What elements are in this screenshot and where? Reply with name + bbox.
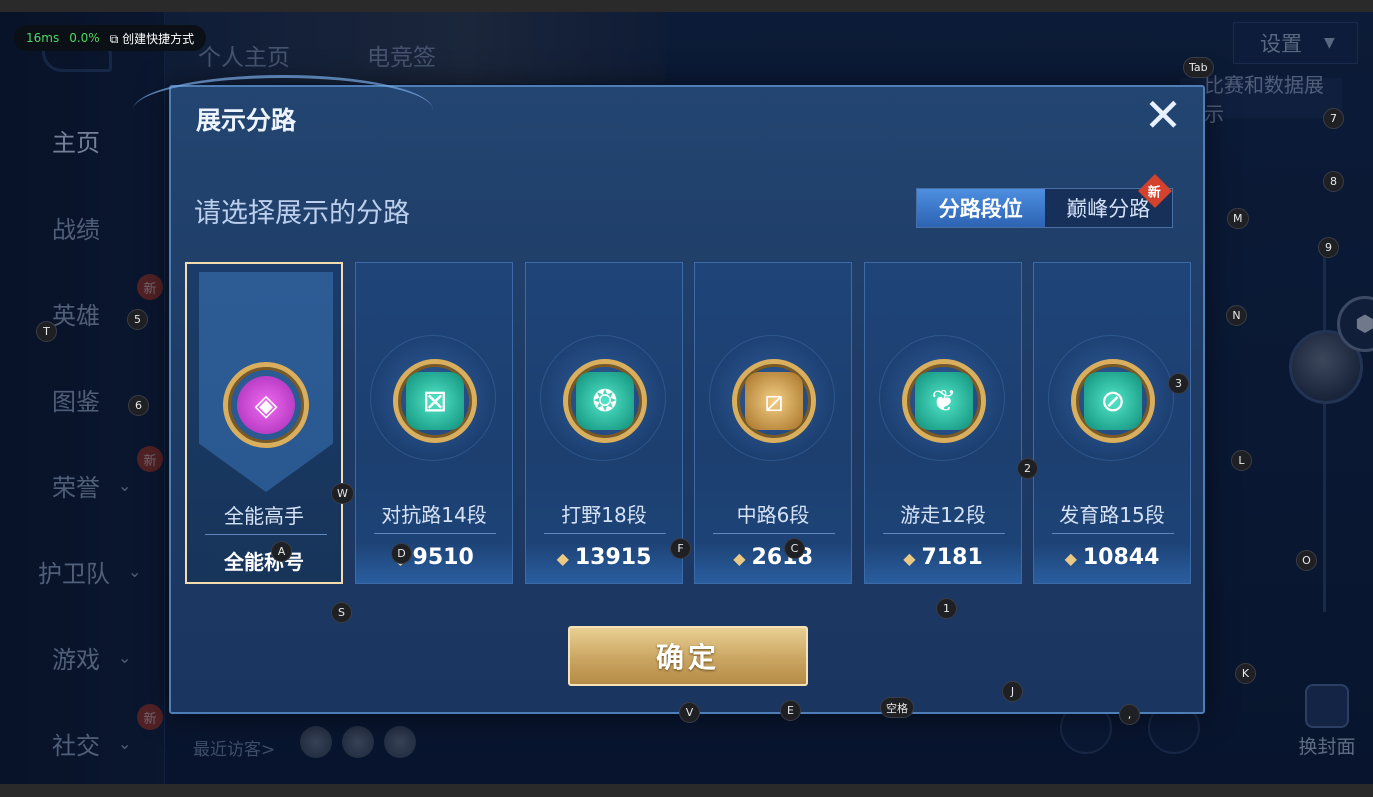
- key-hint-label: 空格: [880, 697, 914, 718]
- create-shortcut-button[interactable]: ⧉ 创建快捷方式: [110, 30, 194, 47]
- lane-score: ◆9510: [356, 545, 512, 570]
- divider: [883, 533, 1005, 534]
- lane-mode-toggle: 分路段位 巅峰分路: [916, 188, 1173, 228]
- lane-score: ◆ 10844: [1034, 545, 1190, 570]
- key-hint-label: 3: [1168, 373, 1189, 394]
- key-hint-label: ,: [1119, 704, 1140, 725]
- lane-name: 对抗路14段: [381, 503, 487, 527]
- key-hint-label: E: [780, 700, 801, 721]
- lane-emblem-icon: ⊠: [393, 359, 477, 443]
- emblem-core: ❂: [576, 372, 634, 430]
- dialog-subtitle: 请选择展示的分路: [194, 198, 410, 229]
- divider: [374, 533, 496, 534]
- lane-emblem-icon: ⧄: [732, 359, 816, 443]
- key-hint-label: 9: [1318, 237, 1339, 258]
- divider: [544, 533, 666, 534]
- lane-card[interactable]: ⊘ 发育路15段 ◆ 10844: [1033, 262, 1191, 584]
- emblem-core: ◈: [237, 376, 295, 434]
- key-hint-label: T: [36, 321, 57, 342]
- lane-score-value: 7181: [921, 545, 983, 570]
- key-hint-label: N: [1226, 305, 1247, 326]
- key-hint-label: 2: [1017, 458, 1038, 479]
- emblem-core: ⊠: [406, 372, 464, 430]
- lane-card[interactable]: ❂ 打野18段 ◆ 13915: [525, 262, 683, 584]
- score-icon: ◆: [556, 549, 569, 568]
- create-shortcut-label: 创建快捷方式: [122, 31, 195, 46]
- performance-badge: 16ms 0.0% ⧉ 创建快捷方式: [14, 25, 207, 51]
- divider: [1052, 533, 1174, 534]
- lane-card[interactable]: ⊠ 对抗路14段 ◆9510: [355, 262, 513, 584]
- key-hint-label: K: [1235, 663, 1256, 684]
- divider: [713, 533, 835, 534]
- tab-lane-rank[interactable]: 分路段位: [917, 189, 1045, 227]
- emblem-core: ❦: [915, 372, 973, 430]
- key-hint-label: 6: [128, 395, 149, 416]
- key-hint-label: 5: [127, 309, 148, 330]
- emblem-core: ⧄: [745, 372, 803, 430]
- new-badge-label: 新: [1148, 185, 1162, 201]
- key-hint-label: F: [670, 538, 691, 559]
- key-hint-label: 7: [1323, 108, 1344, 129]
- lane-score: ◆ 13915: [526, 545, 682, 570]
- lane-score-value: 10844: [1082, 545, 1160, 570]
- dialog-title: 展示分路: [196, 106, 297, 135]
- key-hint-label: O: [1296, 550, 1317, 571]
- lane-name: 打野18段: [561, 503, 647, 527]
- key-hint-label: M: [1227, 208, 1249, 229]
- key-hint-label: 1: [936, 598, 957, 619]
- lane-score: ◆ 7181: [865, 545, 1021, 570]
- divider: [205, 534, 327, 535]
- confirm-button[interactable]: 确定: [568, 626, 808, 686]
- key-hint-label: W: [331, 483, 354, 504]
- key-hint-label: C: [784, 538, 805, 559]
- latency-value: 16ms: [26, 31, 60, 45]
- lane-score-value: 13915: [574, 545, 652, 570]
- lane-score-value: 全能称号: [224, 550, 304, 574]
- key-hint-label: 8: [1323, 171, 1344, 192]
- key-hint-label: V: [679, 702, 700, 723]
- lane-score: 全能称号: [187, 546, 341, 575]
- close-icon[interactable]: ✕: [1141, 92, 1185, 138]
- emblem-core: ⊘: [1084, 372, 1142, 430]
- score-icon: ◆: [733, 549, 746, 568]
- lane-card[interactable]: ❦ 游走12段 ◆ 7181: [864, 262, 1022, 584]
- lane-emblem-icon: ❂: [563, 359, 647, 443]
- lane-emblem-icon: ◈: [223, 362, 309, 448]
- lane-name: 全能高手: [224, 504, 304, 528]
- lane-emblem-icon: ❦: [902, 359, 986, 443]
- key-hint-label: Tab: [1183, 57, 1214, 78]
- lane-name: 发育路15段: [1059, 503, 1165, 527]
- packet-loss-value: 0.0%: [69, 31, 100, 45]
- lane-name: 游走12段: [900, 503, 986, 527]
- key-hint-label: L: [1231, 450, 1252, 471]
- lane-emblem-icon: ⊘: [1071, 359, 1155, 443]
- key-hint-label: J: [1002, 681, 1023, 702]
- lane-card[interactable]: ◈ 全能高手全能称号: [185, 262, 343, 584]
- lane-name: 中路6段: [736, 503, 810, 527]
- score-icon: ◆: [903, 549, 916, 568]
- lane-card[interactable]: ⧄ 中路6段 ◆ 2618: [694, 262, 852, 584]
- key-hint-label: D: [391, 543, 412, 564]
- key-hint-label: A: [271, 541, 292, 562]
- lane-display-dialog: 展示分路 ✕ 请选择展示的分路 分路段位 巅峰分路 新 ◈ 全能高手全能称号 ⊠ 对抗…: [133, 75, 1205, 714]
- lane-score-value: 9510: [412, 545, 474, 570]
- score-icon: ◆: [1064, 549, 1077, 568]
- key-hint-label: S: [331, 602, 352, 623]
- lane-score: ◆ 2618: [695, 545, 851, 570]
